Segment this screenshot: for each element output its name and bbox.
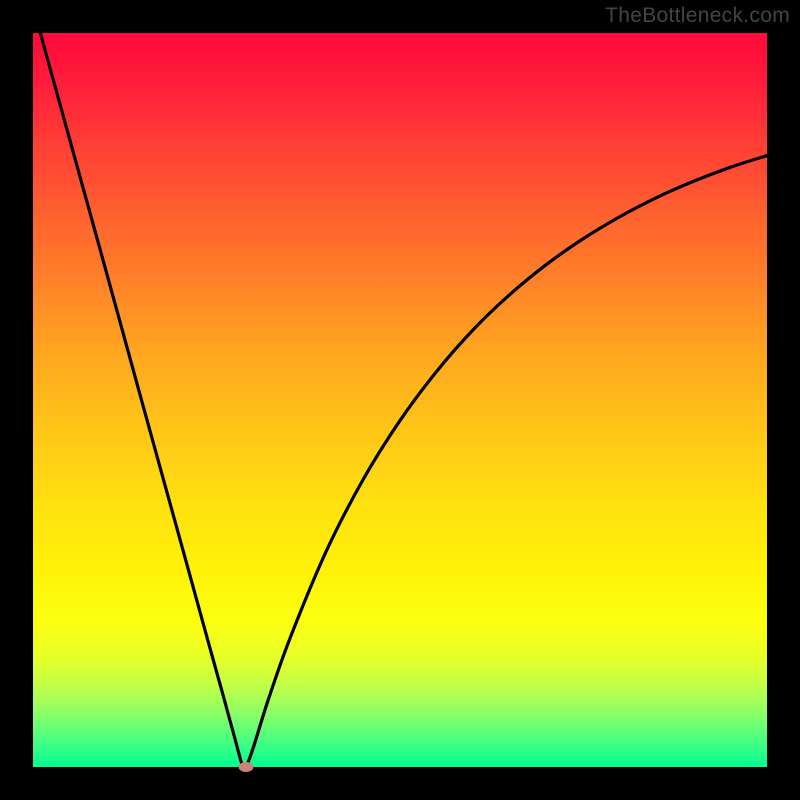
chart-frame: TheBottleneck.com <box>0 0 800 800</box>
minimum-point-marker <box>238 762 253 772</box>
watermark-text: TheBottleneck.com <box>605 4 790 28</box>
bottleneck-curve <box>33 33 767 767</box>
plot-area <box>33 33 767 767</box>
